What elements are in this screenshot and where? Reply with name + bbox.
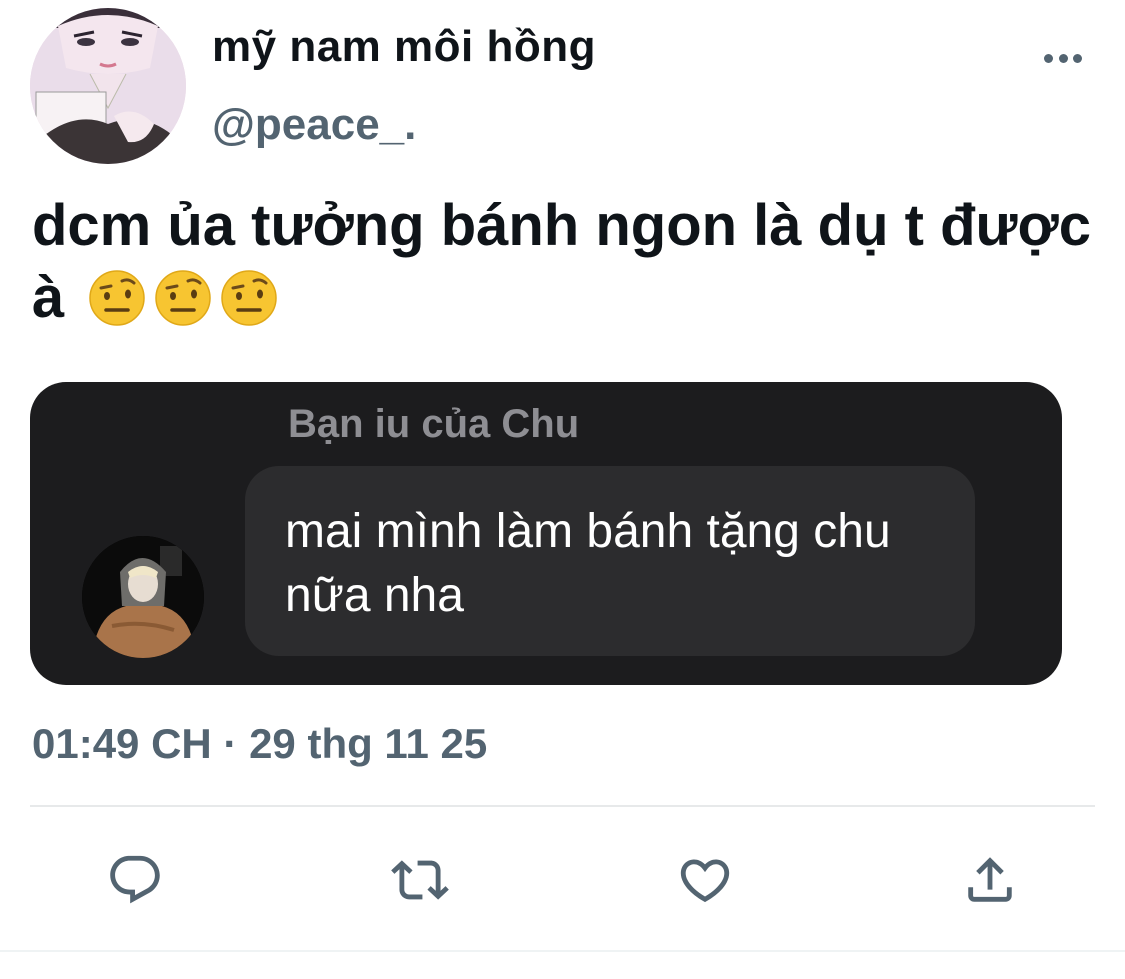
more-dot	[1073, 53, 1082, 63]
chat-message-text: mai mình làm bánh tặng chu nữa nha	[285, 505, 891, 622]
emoji-group	[88, 269, 278, 327]
face-with-raised-eyebrow-icon	[89, 270, 146, 326]
author-handle[interactable]: @peace_.	[212, 100, 416, 150]
author-display-name[interactable]: mỹ nam môi hồng	[212, 22, 596, 72]
face-with-raised-eyebrow-icon	[155, 270, 212, 326]
author-avatar[interactable]	[30, 8, 186, 164]
retweet-icon	[391, 860, 449, 900]
reply-icon	[110, 855, 160, 904]
tweet-text: dcm ủa tưởng bánh ngon là dụ t được à	[32, 190, 1092, 334]
retweet-button[interactable]	[390, 850, 450, 910]
more-dot	[1044, 53, 1053, 63]
share-icon	[968, 857, 1012, 902]
divider	[0, 950, 1125, 952]
divider	[30, 805, 1095, 807]
like-button[interactable]	[675, 850, 735, 910]
chat-message-bubble: mai mình làm bánh tặng chu nữa nha	[245, 466, 975, 656]
profile-avatar-illustration	[30, 8, 186, 164]
reply-button[interactable]	[105, 850, 165, 910]
face-with-raised-eyebrow-icon	[221, 270, 278, 326]
tweet-media-image[interactable]: Bạn iu của Chu mai mình làm bánh tặng ch…	[30, 382, 1062, 685]
share-button[interactable]	[960, 850, 1020, 910]
person-in-hoodie-avatar-icon	[82, 536, 204, 658]
more-options-icon[interactable]	[1040, 44, 1086, 72]
more-dot	[1058, 53, 1068, 63]
chat-sender-name: Bạn iu của Chu	[288, 402, 580, 446]
tweet-timestamp[interactable]: 01:49 CH · 29 thg 11 25	[32, 720, 487, 768]
heart-icon	[680, 859, 730, 903]
